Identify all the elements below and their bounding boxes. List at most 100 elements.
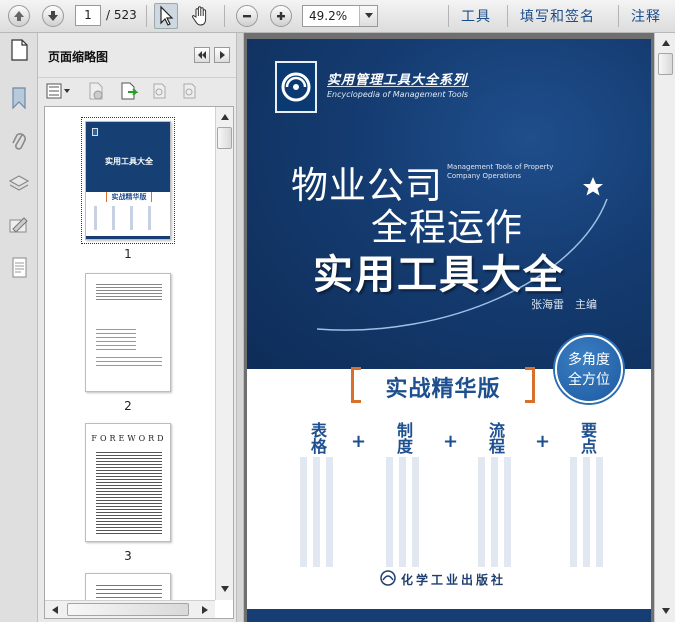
cover-badge: 多角度 全方位: [555, 335, 623, 403]
toolbar-divider: [448, 5, 449, 27]
zoom-out-button[interactable]: [236, 4, 258, 28]
chevron-right-icon: [201, 605, 208, 614]
toolbar-divider: [224, 5, 225, 27]
scroll-down-arrow[interactable]: [658, 603, 673, 618]
chevron-down-icon: [661, 607, 670, 614]
tools-menu[interactable]: 工具: [461, 6, 491, 26]
chevron-up-icon: [661, 39, 670, 46]
chevron-right-icon: [220, 51, 225, 59]
thumbnail-text-block: [96, 326, 136, 350]
column-description: [567, 457, 607, 567]
next-page-button[interactable]: [42, 4, 64, 28]
hand-tool-button[interactable]: [188, 4, 214, 28]
delete-pages-button[interactable]: [86, 81, 106, 104]
comment-menu[interactable]: 注释: [631, 6, 661, 26]
navigation-rail: [0, 33, 38, 622]
minus-icon: [236, 5, 258, 27]
column-process: 流程: [475, 419, 515, 457]
column-title: 要点: [578, 422, 597, 454]
select-tool-button[interactable]: [154, 3, 178, 29]
column-keypoints: 要点: [567, 419, 607, 457]
options-list-icon: [46, 83, 70, 99]
attachments-button[interactable]: [6, 129, 32, 155]
fill-sign-menu[interactable]: 填写和签名: [520, 6, 595, 26]
thumbnail-title: 实用工具大全: [105, 157, 153, 166]
cursor-icon: [160, 5, 174, 26]
zoom-in-button[interactable]: [270, 4, 292, 28]
rotate-page-icon: [183, 83, 196, 99]
thumbnail-page-1[interactable]: 实用工具大全 实战精华版: [81, 117, 175, 244]
double-chevron-left-icon: [198, 51, 206, 59]
scroll-up-arrow[interactable]: [658, 35, 673, 50]
scroll-left-arrow[interactable]: [47, 602, 62, 617]
arrow-down-icon: [42, 5, 64, 27]
column-title: 流程: [486, 422, 505, 454]
expand-panel-button[interactable]: [214, 47, 230, 63]
thumbnail-options-button[interactable]: [46, 82, 72, 100]
star-icon: [583, 177, 603, 196]
column-title: 表格: [308, 422, 327, 454]
chevron-down-icon: [220, 585, 229, 592]
layers-button[interactable]: [6, 171, 32, 197]
page-thumbnails-button[interactable]: [6, 37, 32, 63]
thumbnails-panel: 页面缩略图 实用工具大全 实战精华版 1 2 FOREWORD 3: [38, 33, 236, 622]
pdf-page: 实用管理工具大全系列 Encyclopedia of Management To…: [247, 39, 651, 622]
thumbnail-label: 2: [124, 399, 132, 413]
thumbnail-page-2[interactable]: [85, 273, 171, 392]
panel-title: 页面缩略图: [48, 50, 109, 64]
hand-icon: [191, 6, 207, 26]
scroll-down-arrow[interactable]: [217, 581, 232, 596]
thumbnail-columns: [94, 206, 164, 230]
signature-icon: [9, 217, 28, 233]
document-vertical-scrollbar[interactable]: [654, 33, 675, 622]
zoom-level-select[interactable]: 49.2%: [302, 5, 378, 27]
cover-header: 实用管理工具大全系列 Encyclopedia of Management To…: [247, 39, 651, 369]
plus-icon: [270, 5, 292, 27]
thumbnail-foreword-heading: FOREWORD: [91, 434, 167, 443]
thumbnail-page-3[interactable]: FOREWORD: [85, 423, 171, 542]
insert-pages-button[interactable]: [118, 81, 140, 104]
document-view: 实用管理工具大全系列 Encyclopedia of Management To…: [244, 33, 675, 622]
insert-page-icon: [121, 82, 139, 100]
thumbnail-text-block: [96, 282, 162, 302]
cover-author: 张海雷 主编: [531, 298, 597, 311]
toolbar-divider: [146, 5, 147, 27]
thumbnail-text-block: [96, 354, 162, 368]
chevron-down-icon[interactable]: [359, 6, 377, 26]
page-number-input[interactable]: 1: [75, 5, 101, 26]
thumbnail-text-block: [96, 450, 162, 534]
column-title: 制度: [394, 422, 413, 454]
plus-sign: +: [443, 431, 459, 452]
scroll-right-arrow[interactable]: [197, 602, 212, 617]
scroll-up-arrow[interactable]: [217, 109, 232, 124]
thumbnail-horizontal-scrollbar[interactable]: [45, 600, 215, 618]
content-button[interactable]: [6, 255, 32, 281]
edition-bracket-right: [525, 367, 535, 403]
thumbnail-label: 1: [124, 247, 132, 261]
badge-line2: 全方位: [568, 372, 610, 388]
cover-publisher: 化学工业出版社: [401, 573, 507, 587]
signatures-button[interactable]: [6, 213, 32, 239]
scrollbar-thumb[interactable]: [658, 53, 673, 75]
thumbnail-vertical-scrollbar[interactable]: [215, 107, 233, 600]
toolbar-divider: [618, 5, 619, 27]
scrollbar-thumb[interactable]: [217, 127, 232, 149]
badge-line1: 多角度: [568, 352, 610, 368]
rotate-right-button[interactable]: [179, 81, 199, 104]
previous-page-button[interactable]: [8, 4, 30, 28]
document-lines-icon: [12, 257, 27, 278]
panel-splitter[interactable]: [236, 33, 244, 622]
thumbnail-logo: [92, 128, 98, 136]
collapse-panel-button[interactable]: [194, 47, 210, 63]
cover-title-line3: 实用工具大全: [313, 252, 565, 298]
scrollbar-thumb[interactable]: [67, 603, 189, 616]
rotate-left-button[interactable]: [149, 81, 169, 104]
toolbar-divider: [507, 5, 508, 27]
zoom-value: 49.2%: [309, 9, 348, 23]
page-total: / 523: [106, 8, 137, 22]
bookmarks-button[interactable]: [6, 85, 32, 111]
column-description: [475, 457, 515, 567]
publisher-logo-icon: [380, 570, 396, 586]
cover-english-subtitle: Management Tools of Property Company Ope…: [447, 163, 554, 180]
thumbnail-list: 实用工具大全 实战精华版 1 2 FOREWORD 3: [44, 106, 234, 619]
